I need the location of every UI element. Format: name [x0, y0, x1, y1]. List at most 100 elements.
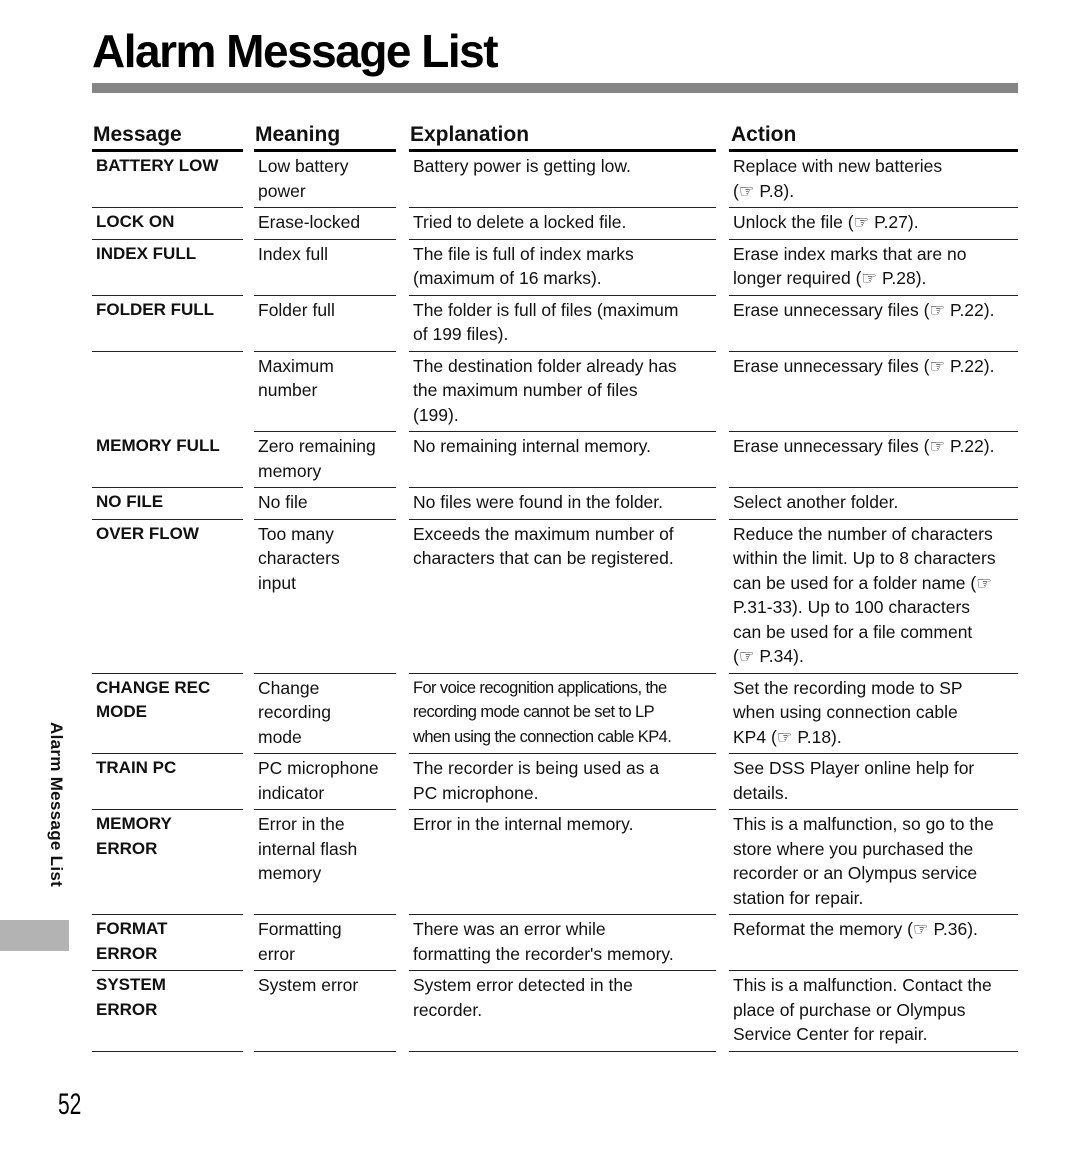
action-cell-line: can be used for a file comment: [733, 621, 973, 642]
explanation-cell-line: formatting the recorder's memory.: [413, 943, 674, 964]
header-action: Action: [729, 122, 1018, 152]
message-cell: OVER FLOW: [92, 520, 243, 674]
explanation-cell: No remaining internal memory.: [409, 432, 716, 488]
meaning-cell-line: memory: [258, 460, 322, 481]
message-cell: SYSTEM ERROR: [92, 971, 243, 1052]
meaning-cell-line: indicator: [258, 782, 325, 803]
explanation-cell: There was an error while formatting the r…: [409, 915, 716, 971]
meaning-cell-line: error: [258, 943, 295, 964]
meaning-cell-line: Too many: [258, 523, 334, 544]
meaning-cell-line: Erase-locked: [258, 212, 361, 232]
header-message: Message: [92, 122, 243, 152]
meaning-cell: Change recording mode: [254, 674, 396, 754]
explanation-cell: Exceeds the maximum number of characters …: [409, 520, 716, 674]
table-row: CHANGE REC MODE Change recording mode For voi…: [92, 674, 1018, 754]
action-cell-line: Reformat the memory (☞ P.36).: [733, 919, 978, 939]
explanation-cell: The file is full of index marks (maximum …: [409, 240, 716, 296]
explanation-cell: Tried to delete a locked file.: [409, 208, 716, 240]
explanation-cell-line: recording mode cannot be set to LP: [413, 703, 655, 721]
action-cell: Reduce the number of characters within th…: [729, 520, 1018, 674]
explanation-cell-line: The destination folder already has: [413, 355, 677, 376]
action-cell-line: P.31-33). Up to 100 characters: [733, 597, 971, 617]
message-cell-line: NO FILE: [96, 492, 164, 511]
message-cell-line: LOCK ON: [96, 212, 175, 231]
action-cell-line: Set the recording mode to SP: [733, 677, 963, 698]
meaning-cell: Folder full: [254, 296, 396, 352]
table-row: Maximum number The destination folder alre…: [92, 352, 1018, 433]
table-row: INDEX FULL Index full The file is full of …: [92, 240, 1018, 296]
message-cell: MEMORY ERROR: [92, 810, 243, 915]
message-cell-line: MODE: [96, 702, 147, 721]
meaning-cell: System error: [254, 971, 396, 1052]
meaning-cell-line: Index full: [258, 243, 329, 264]
meaning-cell-line: PC microphone: [258, 758, 379, 778]
meaning-cell: Low battery power: [254, 152, 396, 208]
meaning-cell-line: System error: [258, 975, 359, 995]
explanation-cell-line: recorder.: [413, 999, 483, 1020]
action-cell-line: can be used for a folder name (☞: [733, 572, 992, 593]
action-cell-line: Erase unnecessary files (☞ P.22).: [733, 355, 995, 376]
message-cell: INDEX FULL: [92, 240, 243, 296]
message-cell: NO FILE: [92, 488, 243, 520]
side-section-label: Alarm Message List: [47, 722, 66, 888]
explanation-cell-line: The folder is full of files (maximum: [413, 299, 679, 320]
page-title: Alarm Message List: [92, 25, 499, 77]
explanation-cell-line: Battery power is getting low.: [413, 156, 631, 176]
table-row: NO FILE No file No files were found in the…: [92, 488, 1018, 520]
action-cell: Select another folder.: [729, 488, 1018, 520]
meaning-cell-line: Error in the: [258, 814, 345, 834]
meaning-cell-line: power: [258, 180, 306, 201]
action-cell-line: (☞ P.34).: [733, 646, 804, 666]
explanation-cell: The destination folder already has the ma…: [409, 352, 716, 432]
meaning-cell-line: characters: [258, 548, 340, 568]
action-cell-line: This is a malfunction, so go to the: [733, 814, 994, 834]
action-cell-line: Erase unnecessary files (☞ P.22).: [733, 436, 995, 456]
action-cell: This is a malfunction. Contact the place …: [729, 971, 1018, 1052]
table-row: TRAIN PC PC microphone indicator The record…: [92, 754, 1018, 810]
action-cell: This is a malfunction, so go to the store…: [729, 810, 1018, 915]
message-cell-line: ERROR: [96, 838, 158, 858]
action-cell: Replace with new batteries (☞ P.8).: [729, 152, 1018, 208]
table-body: BATTERY LOW Low battery power Battery power…: [92, 152, 1018, 1052]
message-cell: MEMORY FULL: [92, 432, 243, 488]
explanation-cell: The recorder is being used as a PC microp…: [409, 754, 716, 810]
message-cell-line: MEMORY: [96, 814, 172, 833]
action-cell-line: Reduce the number of characters: [733, 523, 993, 544]
page-number: 52: [58, 1088, 82, 1121]
meaning-cell-line: memory: [258, 863, 322, 883]
table-row: OVER FLOW Too many characters input Exceeds …: [92, 520, 1018, 674]
action-cell-line: See DSS Player online help for: [733, 758, 975, 778]
table-row: FOLDER FULL Folder full The folder is full…: [92, 296, 1018, 352]
meaning-cell-line: input: [258, 572, 296, 593]
action-cell-line: This is a malfunction. Contact the: [733, 975, 992, 995]
table-row: LOCK ON Erase-locked Tried to delete a loc…: [92, 208, 1018, 240]
explanation-cell: No files were found in the folder.: [409, 488, 716, 520]
alarm-message-table: Message Meaning Explanation Action BATTE…: [92, 122, 1018, 1052]
action-cell-line: details.: [733, 782, 789, 803]
action-cell-line: place of purchase or Olympus: [733, 999, 966, 1020]
action-cell: Erase unnecessary files (☞ P.22).: [729, 296, 1018, 352]
meaning-cell-line: Change: [258, 677, 320, 698]
action-cell-line: Erase unnecessary files (☞ P.22).: [733, 299, 995, 320]
meaning-cell-line: Maximum: [258, 355, 334, 376]
meaning-cell-line: Formatting: [258, 919, 342, 939]
message-cell: TRAIN PC: [92, 754, 243, 810]
explanation-cell: The folder is full of files (maximum of 1…: [409, 296, 716, 352]
meaning-cell: Error in the internal flash memory: [254, 810, 396, 915]
message-cell: [92, 352, 243, 433]
meaning-cell: Zero remaining memory: [254, 432, 396, 488]
meaning-cell: Index full: [254, 240, 396, 296]
action-cell-line: longer required (☞ P.28).: [733, 268, 927, 288]
table-row: MEMORY FULL Zero remaining memory No remain…: [92, 432, 1018, 488]
explanation-cell-line: PC microphone.: [413, 782, 539, 803]
explanation-cell-line: No remaining internal memory.: [413, 436, 651, 456]
message-cell: LOCK ON: [92, 208, 243, 240]
explanation-cell-line: No files were found in the folder.: [413, 492, 664, 512]
explanation-cell-line: when using the connection cable KP4.: [413, 727, 672, 746]
explanation-cell-line: The recorder is being used as a: [413, 758, 660, 778]
table-row: SYSTEM ERROR System error System error dete…: [92, 971, 1018, 1052]
explanation-cell: For voice recognition applications, the r…: [409, 674, 716, 754]
message-cell-line: BATTERY LOW: [96, 156, 219, 175]
message-cell-line: OVER FLOW: [96, 523, 199, 543]
meaning-cell: Erase-locked: [254, 208, 396, 240]
